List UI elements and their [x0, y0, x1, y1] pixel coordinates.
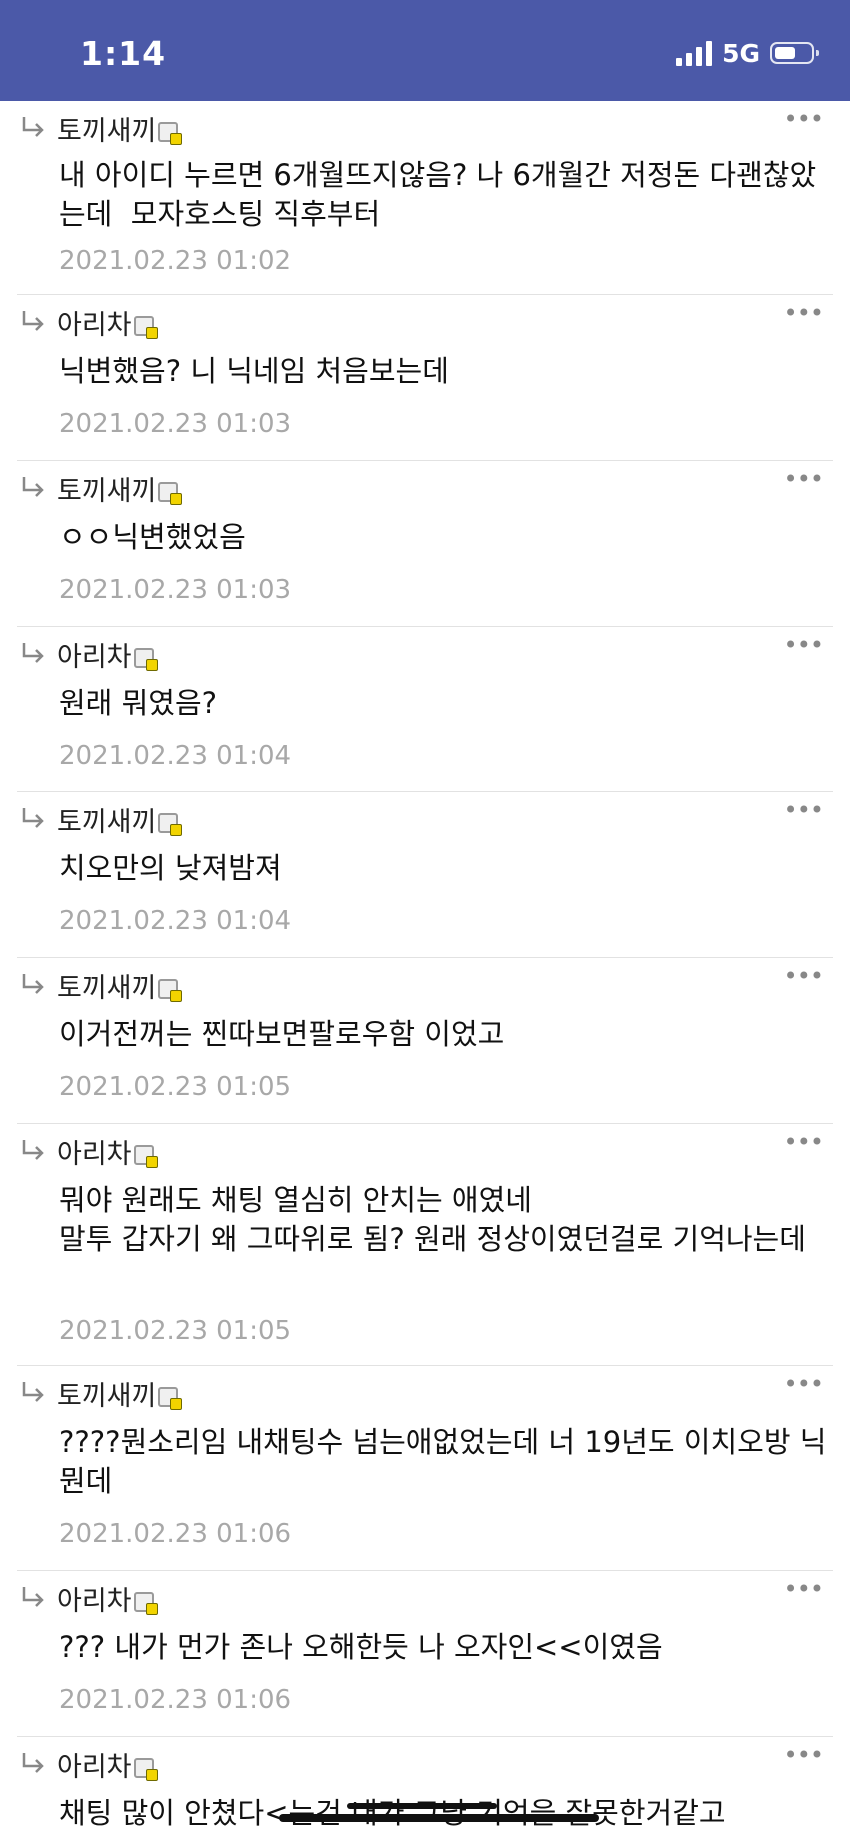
comment-item: 토끼새끼 ••• 이거전꺼는 찐따보면팔로우함 이었고 2021.02.23 0…: [17, 958, 833, 1124]
comment-author[interactable]: 아리차: [57, 303, 158, 342]
comment-author[interactable]: 토끼새끼: [57, 469, 183, 508]
more-options-icon[interactable]: •••: [784, 1575, 824, 1603]
more-options-icon[interactable]: •••: [784, 465, 824, 493]
comment-item: 토끼새끼 ••• ㅇㅇ닉변했었음 2021.02.23 01:03: [17, 461, 833, 627]
comment-text: 원래 뭐였음?: [59, 686, 218, 720]
comment-text: 내 아이디 누르면 6개월뜨지않음? 나 6개월간 저정돈 다괜찮았는데 모자호…: [59, 158, 817, 231]
author-name[interactable]: 토끼새끼: [57, 476, 156, 507]
more-options-icon[interactable]: •••: [784, 105, 824, 133]
reply-arrow-icon: [22, 477, 44, 497]
member-level-icon: [158, 482, 183, 505]
comment-date: 2021.02.23 01:04: [59, 906, 292, 936]
comment-author[interactable]: 아리차: [57, 635, 158, 674]
comment-text: ????뭔소리임 내채팅수 넘는애없었는데 너 19년도 이치오방 닉뭔데: [59, 1425, 827, 1498]
comment-item: 토끼새끼 ••• ????뭔소리임 내채팅수 넘는애없었는데 너 19년도 이치…: [17, 1366, 833, 1571]
status-bar: 1:14 5G: [0, 0, 850, 101]
comment-text: ㅇㅇ닉변했었음: [59, 520, 246, 554]
comment-author[interactable]: 토끼새끼: [57, 1374, 183, 1413]
status-time: 1:14: [80, 34, 167, 73]
reply-arrow-icon: [22, 1587, 44, 1607]
cellular-signal-icon: [676, 40, 713, 66]
reply-arrow-icon: [22, 1140, 44, 1160]
comment-author[interactable]: 아리차: [57, 1132, 158, 1171]
comment-author[interactable]: 토끼새끼: [57, 109, 183, 148]
comment-item: 아리차 ••• 원래 뭐였음? 2021.02.23 01:04: [17, 627, 833, 792]
member-level-icon: [133, 648, 158, 671]
status-icons: 5G: [676, 38, 819, 68]
more-options-icon[interactable]: •••: [784, 1741, 824, 1769]
comment-author[interactable]: 아리차: [57, 1579, 158, 1618]
reply-arrow-icon: [22, 974, 44, 994]
comment-author[interactable]: 토끼새끼: [57, 966, 183, 1005]
comment-item: 아리차 ••• ??? 내가 먼가 존나 오해한듯 나 오자인<<이였음 202…: [17, 1571, 833, 1737]
comment-item: 아리차 ••• 채팅 많이 안쳤다<는건 내가 그냥 기억을 잘못한거같고: [17, 1737, 833, 1847]
author-name[interactable]: 토끼새끼: [57, 973, 156, 1004]
member-level-icon: [158, 979, 183, 1002]
reply-arrow-icon: [22, 643, 44, 663]
comment-text: 뭐야 원래도 채팅 열심히 안치는 애였네 말투 갑자기 왜 그따위로 됨? 원…: [59, 1183, 806, 1256]
comment-author[interactable]: 토끼새끼: [57, 800, 183, 839]
member-level-icon: [158, 813, 183, 836]
member-level-icon: [158, 1387, 183, 1410]
author-name[interactable]: 토끼새끼: [57, 1381, 156, 1412]
more-options-icon[interactable]: •••: [784, 299, 824, 327]
more-options-icon[interactable]: •••: [784, 796, 824, 824]
author-name[interactable]: 토끼새끼: [57, 116, 156, 147]
comment-date: 2021.02.23 01:05: [59, 1316, 292, 1346]
comment-list: 토끼새끼 ••• 내 아이디 누르면 6개월뜨지않음? 나 6개월간 저정돈 다…: [0, 101, 850, 1847]
comment-date: 2021.02.23 01:02: [59, 246, 292, 276]
author-name[interactable]: 아리차: [57, 642, 132, 673]
comment-text: 이거전꺼는 찐따보면팔로우함 이었고: [59, 1017, 505, 1051]
comment-date: 2021.02.23 01:06: [59, 1519, 292, 1549]
author-name[interactable]: 아리차: [57, 1139, 132, 1170]
reply-arrow-icon: [22, 117, 44, 137]
member-level-icon: [133, 1592, 158, 1615]
network-type: 5G: [722, 38, 760, 68]
comment-date: 2021.02.23 01:03: [59, 409, 292, 439]
reply-arrow-icon: [22, 1753, 44, 1773]
author-name[interactable]: 아리차: [57, 310, 132, 341]
comment-date: 2021.02.23 01:03: [59, 575, 292, 605]
comment-item: 토끼새끼 ••• 내 아이디 누르면 6개월뜨지않음? 나 6개월간 저정돈 다…: [17, 101, 833, 295]
battery-icon: [770, 42, 819, 64]
more-options-icon[interactable]: •••: [784, 962, 824, 990]
member-level-icon: [133, 1145, 158, 1168]
member-level-icon: [158, 122, 183, 145]
more-options-icon[interactable]: •••: [784, 1128, 824, 1156]
reply-arrow-icon: [22, 1382, 44, 1402]
comment-text: 치오만의 낮져밤져: [59, 851, 282, 885]
comment-date: 2021.02.23 01:05: [59, 1072, 292, 1102]
member-level-icon: [133, 316, 158, 339]
comment-text: 닉변했음? 니 닉네임 처음보는데: [59, 354, 449, 388]
author-name[interactable]: 아리차: [57, 1752, 132, 1783]
comment-date: 2021.02.23 01:04: [59, 741, 292, 771]
redaction-scribble: [347, 1803, 497, 1809]
comment-item: 아리차 ••• 닉변했음? 니 닉네임 처음보는데 2021.02.23 01:…: [17, 295, 833, 461]
comment-text: ??? 내가 먼가 존나 오해한듯 나 오자인<<이였음: [59, 1630, 663, 1664]
comment-item: 토끼새끼 ••• 치오만의 낮져밤져 2021.02.23 01:04: [17, 792, 833, 958]
redaction-scribble: [279, 1814, 599, 1822]
reply-arrow-icon: [22, 808, 44, 828]
comment-item: 아리차 ••• 뭐야 원래도 채팅 열심히 안치는 애였네 말투 갑자기 왜 그…: [17, 1124, 833, 1366]
author-name[interactable]: 아리차: [57, 1586, 132, 1617]
reply-arrow-icon: [22, 311, 44, 331]
comment-author[interactable]: 아리차: [57, 1745, 158, 1784]
comment-date: 2021.02.23 01:06: [59, 1685, 292, 1715]
more-options-icon[interactable]: •••: [784, 1370, 824, 1398]
more-options-icon[interactable]: •••: [784, 631, 824, 659]
member-level-icon: [133, 1758, 158, 1781]
author-name[interactable]: 토끼새끼: [57, 807, 156, 838]
